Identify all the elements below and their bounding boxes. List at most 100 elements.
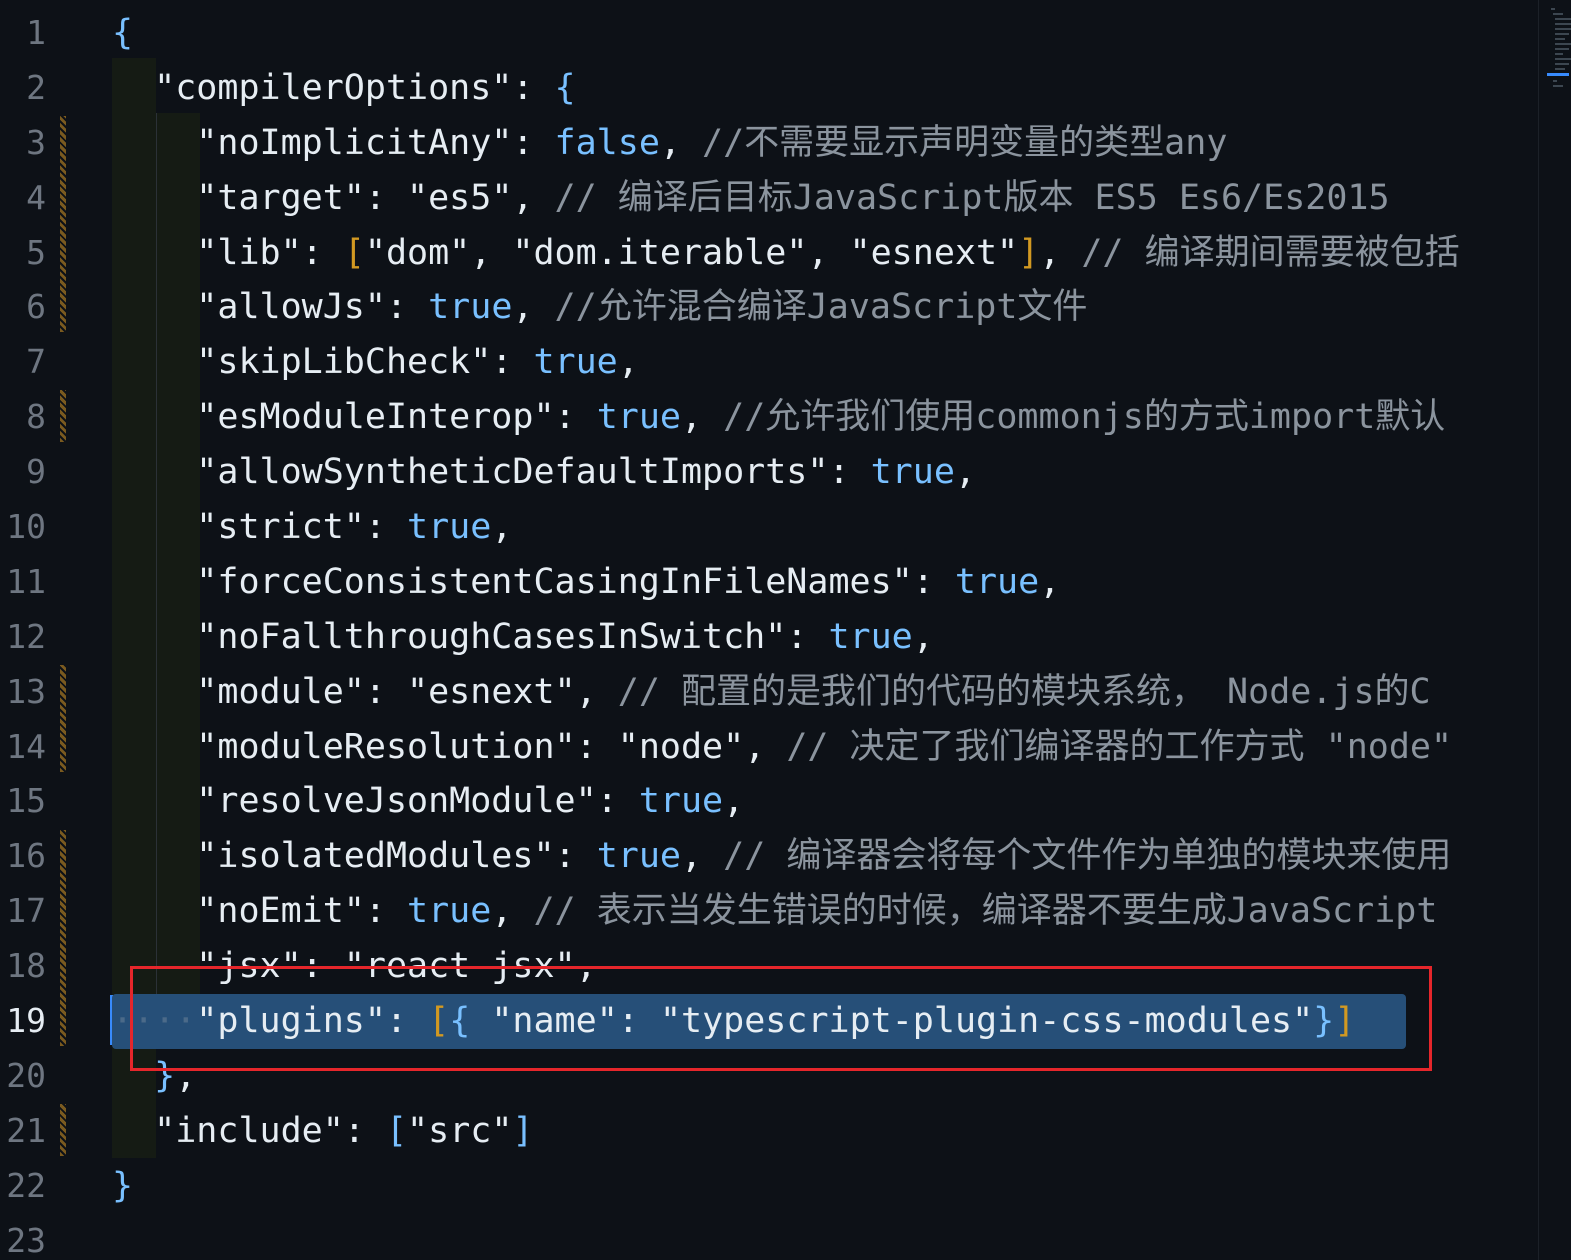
json-value: true	[407, 891, 492, 932]
comma: ,	[744, 726, 766, 767]
colon: :	[364, 507, 408, 548]
json-value: "dom", "dom.iterable", "esnext"	[364, 232, 1019, 273]
code-line[interactable]	[112, 1214, 1538, 1260]
comma: ,	[680, 397, 703, 438]
json-value: false	[554, 122, 660, 163]
git-change-marker[interactable]	[60, 116, 66, 332]
json-value: true	[596, 836, 681, 877]
code-line[interactable]: "target": "es5", // 编译后目标JavaScript版本 ES…	[112, 171, 1538, 226]
code-line[interactable]: "noFallthroughCasesInSwitch": true,	[112, 610, 1538, 665]
code-line[interactable]: "module": "esnext", // 配置的是我们的代码的模块系统， N…	[112, 665, 1538, 720]
close-brace: }	[112, 1165, 134, 1206]
minimap-line	[1555, 68, 1565, 70]
comma: ,	[1039, 561, 1061, 602]
comma: ,	[680, 836, 703, 877]
line-number: 15	[6, 781, 46, 821]
comment: // 决定了我们编译器的工作方式 "node"	[765, 726, 1453, 767]
line-number: 10	[6, 507, 46, 547]
json-value: true	[428, 287, 513, 328]
line-number: 8	[26, 397, 46, 437]
git-change-marker[interactable]	[60, 1104, 66, 1156]
line-number: 11	[6, 561, 46, 601]
comma: ,	[912, 616, 934, 657]
colon: :	[512, 67, 555, 108]
json-key: "lib"	[196, 232, 302, 273]
code-text-area[interactable]: { "compilerOptions": { "noImplicitAny": …	[112, 6, 1538, 1260]
minimap-line	[1555, 48, 1569, 50]
json-key: "strict"	[196, 507, 365, 548]
colon: :	[554, 397, 597, 438]
minimap-line	[1555, 33, 1569, 35]
json-value: "esnext"	[407, 671, 576, 712]
git-change-marker[interactable]	[60, 665, 66, 772]
minimap-line	[1555, 63, 1569, 65]
colon: :	[575, 726, 618, 767]
json-key: "allowJs"	[196, 287, 386, 328]
minimap-line	[1555, 23, 1571, 25]
line-number: 13	[6, 671, 46, 711]
minimap[interactable]	[1538, 0, 1571, 1260]
json-value: true	[638, 781, 724, 822]
code-line[interactable]: "resolveJsonModule": true,	[112, 774, 1538, 829]
comment: //不需要显示声明变量的类型any	[680, 122, 1228, 163]
code-line[interactable]: "esModuleInterop": true, //允许我们使用commonj…	[112, 390, 1538, 445]
line-number: 3	[26, 122, 46, 162]
code-line[interactable]: "isolatedModules": true, // 编译器会将每个文件作为单…	[112, 829, 1538, 884]
minimap-line	[1555, 58, 1571, 60]
code-line[interactable]: "noEmit": true, // 表示当发生错误的时候，编译器不要生成Jav…	[112, 884, 1538, 939]
colon: :	[786, 616, 829, 657]
code-line[interactable]: "forceConsistentCasingInFileNames": true…	[112, 555, 1538, 610]
code-line[interactable]: "include": ["src"]	[112, 1104, 1538, 1159]
code-line[interactable]: {	[112, 6, 1538, 61]
code-line[interactable]: "compilerOptions": {	[112, 61, 1538, 116]
json-key: "target"	[196, 177, 365, 218]
code-line[interactable]: "allowSyntheticDefaultImports": true,	[112, 445, 1538, 500]
git-change-marker[interactable]	[60, 830, 66, 1046]
line-number: 12	[6, 616, 46, 656]
json-value: "src"	[407, 1110, 513, 1151]
code-line[interactable]: "noImplicitAny": false, //不需要显示声明变量的类型an…	[112, 116, 1538, 171]
line-number-gutter[interactable]: 1 2 3 4 5 6 7 8 9 10 11 12 13 14 15 16 1…	[0, 6, 60, 1260]
comment: //允许我们使用commonjs的方式import默认	[702, 397, 1446, 438]
line-number: 5	[26, 232, 46, 272]
colon: :	[491, 342, 534, 383]
code-line[interactable]: "allowJs": true, //允许混合编译JavaScript文件	[112, 280, 1538, 335]
colon: :	[596, 781, 639, 822]
minimap-line	[1555, 43, 1571, 45]
line-number: 2	[26, 67, 46, 107]
minimap-line	[1551, 8, 1555, 10]
json-key: "skipLibCheck"	[196, 342, 492, 383]
comment: // 配置的是我们的代码的模块系统， Node.js的C	[596, 671, 1431, 712]
minimap-line	[1555, 38, 1565, 40]
git-change-marker[interactable]	[60, 390, 66, 442]
code-line[interactable]: "skipLibCheck": true,	[112, 335, 1538, 390]
json-value: true	[533, 342, 618, 383]
comment: //允许混合编译JavaScript文件	[533, 287, 1088, 328]
comma: ,	[491, 507, 513, 548]
json-value: true	[828, 616, 913, 657]
line-number: 14	[6, 726, 46, 766]
close-bracket: ]	[1018, 232, 1040, 273]
json-value: true	[870, 452, 955, 493]
json-key: "allowSyntheticDefaultImports"	[196, 452, 829, 493]
code-editor[interactable]: 1 2 3 4 5 6 7 8 9 10 11 12 13 14 15 16 1…	[0, 0, 1571, 1260]
colon: :	[554, 836, 597, 877]
json-key: "compilerOptions"	[154, 67, 513, 108]
comma: ,	[491, 891, 513, 932]
code-line[interactable]: "strict": true,	[112, 500, 1538, 555]
code-line[interactable]: "lib": ["dom", "dom.iterable", "esnext"]…	[112, 226, 1538, 281]
line-number: 20	[6, 1055, 46, 1095]
minimap-line	[1553, 13, 1563, 15]
colon: :	[364, 671, 408, 712]
colon: :	[364, 891, 408, 932]
comment: // 编译器会将每个文件作为单独的模块来使用	[702, 836, 1452, 877]
code-line[interactable]: "moduleResolution": "node", // 决定了我们编译器的…	[112, 720, 1538, 775]
code-line[interactable]: }	[112, 1159, 1538, 1214]
open-bracket: [	[343, 232, 365, 273]
line-number: 16	[6, 836, 46, 876]
line-number: 22	[6, 1165, 46, 1205]
colon: :	[385, 287, 429, 328]
minimap-line	[1553, 85, 1563, 87]
comment: // 编译期间需要被包括	[1060, 232, 1460, 273]
json-value: true	[596, 397, 681, 438]
